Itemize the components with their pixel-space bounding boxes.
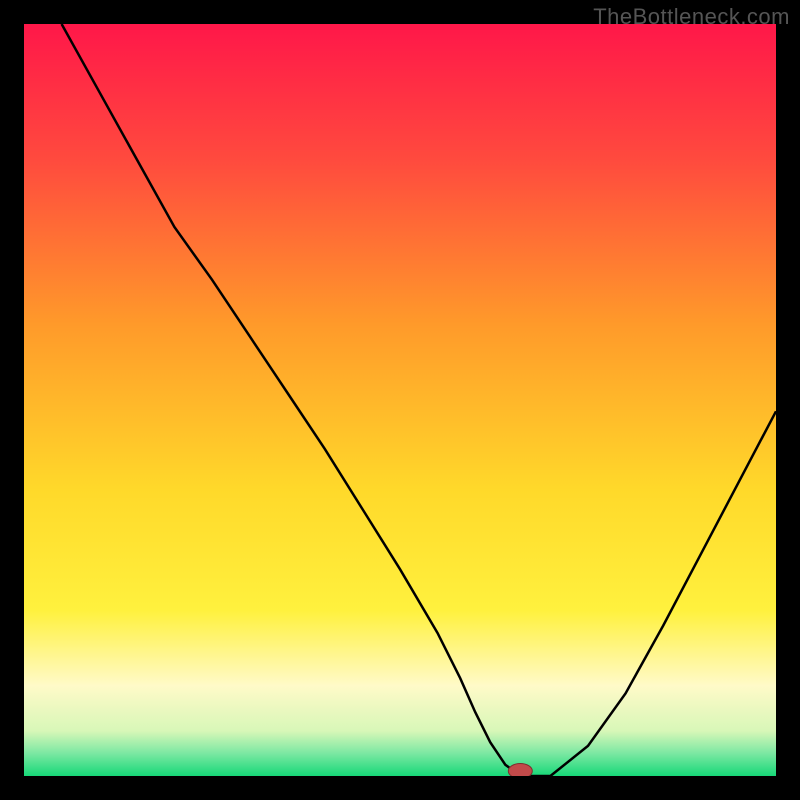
plot-area (24, 24, 776, 776)
gradient-background (24, 24, 776, 776)
chart-svg (24, 24, 776, 776)
chart-frame: TheBottleneck.com (0, 0, 800, 800)
optimal-point-marker (508, 764, 532, 777)
watermark-text: TheBottleneck.com (593, 4, 790, 30)
